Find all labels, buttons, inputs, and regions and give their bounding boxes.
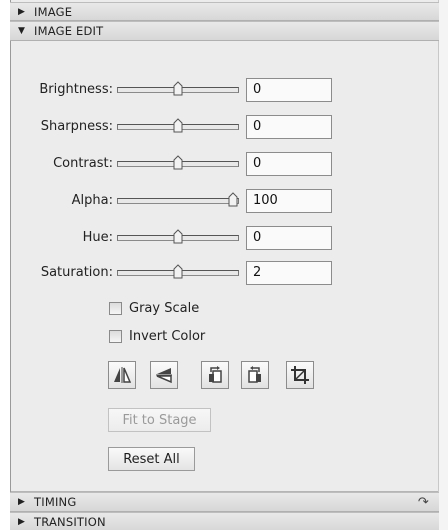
rotate-left-button[interactable] (201, 361, 229, 389)
section-label-transition: TRANSITION (34, 515, 106, 529)
sharpness-label: Sharpness: (40, 119, 113, 134)
saturation-row: Saturation: 2 (11, 261, 438, 285)
gray-scale-checkbox[interactable] (109, 301, 122, 315)
saturation-label: Saturation: (40, 265, 113, 280)
hue-row: Hue: 0 (11, 226, 438, 250)
section-header-transition[interactable]: ▶ TRANSITION (10, 512, 439, 530)
expand-arrow-icon: ▶ (18, 497, 26, 507)
rotate-right-icon (248, 366, 261, 383)
contrast-row: Contrast: 0 (11, 152, 438, 176)
sharpness-slider[interactable] (117, 118, 239, 133)
flip-vertical-icon (156, 368, 172, 384)
sharpness-input[interactable]: 0 (246, 115, 332, 139)
sharpness-slider-thumb[interactable] (173, 118, 183, 133)
flip-horizontal-icon (114, 367, 132, 383)
brightness-input[interactable]: 0 (246, 78, 332, 102)
contrast-slider[interactable] (117, 155, 239, 170)
alpha-slider-thumb[interactable] (228, 192, 238, 207)
section-label-timing: TIMING (34, 495, 77, 509)
alpha-row: Alpha: 100 (11, 189, 438, 213)
hue-slider-thumb[interactable] (173, 229, 183, 244)
brightness-slider-thumb[interactable] (173, 81, 183, 96)
flip-horizontal-button[interactable] (108, 361, 136, 389)
gray-scale-option[interactable]: Gray Scale (109, 299, 199, 317)
invert-color-label: Invert Color (129, 328, 206, 344)
collapse-arrow-icon: ▼ (18, 26, 26, 36)
rotate-right-button[interactable] (241, 361, 269, 389)
expand-arrow-icon: ▶ (18, 6, 26, 17)
expand-arrow-icon: ▶ (18, 517, 26, 527)
sharpness-row: Sharpness: 0 (11, 115, 438, 139)
hue-slider[interactable] (117, 229, 239, 244)
reset-all-button[interactable]: Reset All (108, 447, 195, 471)
saturation-slider[interactable] (117, 264, 239, 279)
section-label-image-edit: IMAGE EDIT (34, 24, 104, 38)
alpha-input[interactable]: 100 (246, 189, 332, 213)
fit-to-stage-button[interactable]: Fit to Stage (108, 408, 211, 432)
contrast-input[interactable]: 0 (246, 152, 332, 176)
section-label-image: IMAGE (34, 4, 73, 19)
hue-label: Hue: (82, 230, 113, 245)
contrast-label: Contrast: (53, 156, 113, 171)
brightness-label: Brightness: (39, 82, 113, 97)
brightness-slider[interactable] (117, 81, 239, 96)
hue-input[interactable]: 0 (246, 226, 332, 250)
alpha-slider[interactable] (117, 192, 239, 207)
crop-icon (291, 366, 309, 384)
flip-vertical-button[interactable] (150, 361, 178, 389)
invert-color-checkbox[interactable] (109, 329, 122, 343)
saturation-slider-thumb[interactable] (173, 264, 183, 279)
invert-color-option[interactable]: Invert Color (109, 327, 205, 345)
undo-arrow-icon[interactable]: ↷ (418, 495, 429, 510)
gray-scale-label: Gray Scale (129, 300, 200, 316)
alpha-label: Alpha: (71, 193, 113, 208)
section-header-timing[interactable]: ▶ TIMING ↷ (10, 492, 439, 512)
image-edit-body: Brightness: 0 Sharpness: 0 Contrast: 0 A… (11, 41, 438, 492)
brightness-row: Brightness: 0 (11, 78, 438, 102)
panel-scrollbar[interactable] (438, 0, 448, 530)
rotate-left-icon (209, 366, 222, 383)
crop-button[interactable] (286, 361, 314, 389)
section-header-image-edit[interactable]: ▼ IMAGE EDIT (10, 21, 439, 41)
section-header-image[interactable]: ▶ IMAGE (10, 2, 439, 21)
saturation-input[interactable]: 2 (246, 261, 332, 285)
contrast-slider-thumb[interactable] (173, 155, 183, 170)
